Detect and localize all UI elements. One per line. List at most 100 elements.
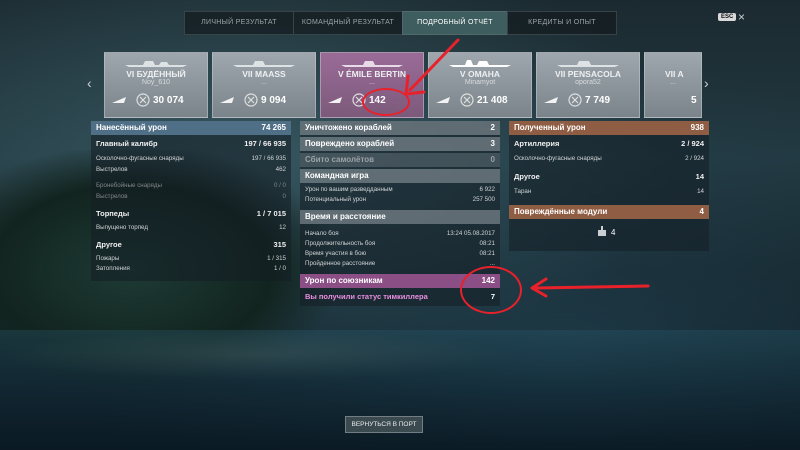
row-label: Торпеды: [96, 209, 130, 218]
potential-damage-row: Потенциальный урон 257 500: [300, 195, 500, 205]
row-label: Выстрелов: [96, 166, 128, 173]
row-label: Артиллерия: [514, 139, 560, 148]
row-value: 08:21: [479, 240, 495, 247]
damage-value: 21 408: [477, 95, 508, 106]
ship-silhouette-icon: [341, 61, 403, 67]
annotation-arrow-icon: [404, 38, 460, 96]
damage-value: 9 094: [261, 95, 287, 106]
torpedoes-launched-row: Выпущено торпед 12: [91, 223, 291, 233]
close-icon[interactable]: ×: [738, 10, 745, 24]
ap-shells-row: Бронебойные снаряды 0 / 0: [91, 181, 291, 191]
row-label: Другое: [96, 240, 122, 249]
section-title: Время и расстояние: [305, 212, 386, 221]
damage-emblem-icon: [568, 93, 582, 107]
row-label: Урон по вашим разведданным: [305, 186, 393, 193]
ship-silhouette-icon: [125, 61, 187, 67]
time-distance-header: Время и расстояние: [300, 210, 500, 224]
battle-duration-row: Продолжительность боя 08:21: [300, 239, 500, 249]
ship-card[interactable]: VI БУДЁННЫЙ Noy_610 30 074: [104, 52, 208, 118]
battle-start-row: Начало боя 13:24 05.08.2017: [300, 229, 500, 239]
row-value: 1 / 0: [273, 265, 286, 272]
player-name: opora52: [575, 79, 601, 86]
ship-class-icon: [328, 97, 342, 103]
row-label: Главный калибр: [96, 139, 158, 148]
artillery-row: Артиллерия 2 / 924: [509, 137, 709, 150]
row-value: 14: [695, 172, 704, 181]
module-count: 4: [611, 227, 616, 237]
shots-row: Выстрелов 462: [91, 165, 291, 175]
ship-name: VII MAASS: [242, 69, 286, 79]
ram-row: Таран 14: [509, 187, 709, 197]
row-label: Другое: [514, 172, 540, 181]
row-label: Сбито самолётов: [305, 155, 375, 164]
header-value: 74 265: [261, 123, 286, 132]
header-label: Полученный урон: [514, 123, 586, 132]
return-to-port-button[interactable]: ВЕРНУТЬСЯ В ПОРТ: [345, 416, 423, 433]
ship-card[interactable]: VII PENSACOLA opora52 7 749: [536, 52, 640, 118]
damage-emblem-icon: [136, 93, 150, 107]
ship-silhouette-icon: [557, 61, 619, 67]
tab-team-result[interactable]: КОМАНДНЫЙ РЕЗУЛЬТАТ: [293, 11, 402, 35]
row-value: 0: [490, 155, 495, 164]
tab-personal-result[interactable]: ЛИЧНЫЙ РЕЗУЛЬТАТ: [184, 11, 293, 35]
row-value: 2 / 924: [685, 155, 704, 162]
damage-value: 5: [691, 95, 697, 106]
damage-dealt-header: Нанесённый урон 74 265: [91, 121, 291, 135]
row-label: Осколочно-фугасные снаряды: [514, 155, 602, 162]
row-label: Уничтожено кораблей: [305, 123, 392, 132]
row-value: 197 / 66 935: [251, 155, 286, 162]
row-value: 12: [279, 224, 286, 231]
header-value: 4: [699, 207, 704, 216]
damaged-modules-header: Повреждённые модули 4: [509, 205, 709, 219]
other-row: Другое 315: [91, 238, 291, 251]
ship-card[interactable]: VII A ... 5: [644, 52, 702, 118]
torpedoes-row: Торпеды 1 / 7 015: [91, 207, 291, 220]
row-value: 2: [490, 123, 495, 132]
row-label: Пожары: [96, 255, 120, 262]
fires-row: Пожары 1 / 315: [91, 254, 291, 264]
player-name: Noy_610: [141, 79, 171, 86]
ship-card[interactable]: VII MAASS ... 9 094: [212, 52, 316, 118]
other-received-row: Другое 14: [509, 170, 709, 183]
damage-value: 7 749: [585, 95, 611, 106]
row-label: Потенциальный урон: [305, 196, 367, 203]
module-indicator: 4: [595, 225, 615, 239]
tab-detailed-report[interactable]: ПОДРОБНЫЙ ОТЧЁТ: [402, 11, 507, 35]
row-value: 197 / 66 935: [244, 139, 286, 148]
ship-class-icon: [112, 97, 126, 103]
participation-time-row: Время участия в бою 08:21: [300, 249, 500, 259]
row-value: 315: [273, 240, 286, 249]
damage-received-header: Полученный урон 938: [509, 121, 709, 135]
row-label: Затопления: [96, 265, 130, 272]
row-value: 3: [490, 139, 495, 148]
row-label: Повреждено кораблей: [305, 139, 395, 148]
ap-shots-row: Выстрелов 0: [91, 192, 291, 202]
row-label: Пройденное расстояние: [305, 260, 376, 267]
row-value: 08:21: [479, 250, 495, 257]
tab-credits-xp[interactable]: КРЕДИТЫ И ОПЫТ: [507, 11, 617, 35]
floods-row: Затопления 1 / 0: [91, 264, 291, 274]
he-received-row: Осколочно-фугасные снаряды 2 / 924: [509, 154, 709, 164]
damage-received-panel: Полученный урон 938 Артиллерия 2 / 924 Оск…: [509, 121, 709, 251]
header-value: 938: [690, 123, 704, 132]
ship-silhouette-icon: [233, 61, 295, 67]
row-label: Выпущено торпед: [96, 224, 148, 231]
row-label: Продолжительность боя: [305, 240, 376, 247]
ship-name: VI БУДЁННЫЙ: [126, 69, 186, 79]
carousel-right-arrow[interactable]: ›: [704, 75, 709, 91]
ship-name: VII A: [665, 69, 684, 79]
row-label: Выстрелов: [96, 193, 128, 200]
team-play-header: Командная игра: [300, 169, 500, 183]
row-value: 2 / 924: [681, 139, 704, 148]
row-value: 1 / 315: [267, 255, 286, 262]
row-label: Вы получили статус тимкиллера: [305, 292, 428, 301]
carousel-left-arrow[interactable]: ‹: [87, 75, 92, 91]
turret-module-icon: [598, 226, 606, 236]
row-label: Урон по союзникам: [305, 276, 383, 285]
player-name: ...: [261, 79, 267, 86]
header-label: Нанесённый урон: [96, 123, 167, 132]
esc-key-hint: ESC: [718, 13, 737, 21]
row-label: Начало боя: [305, 230, 339, 237]
he-shells-row: Осколочно-фугасные снаряды 197 / 66 935: [91, 154, 291, 164]
ships-damaged-row: Повреждено кораблей 3: [300, 137, 500, 151]
